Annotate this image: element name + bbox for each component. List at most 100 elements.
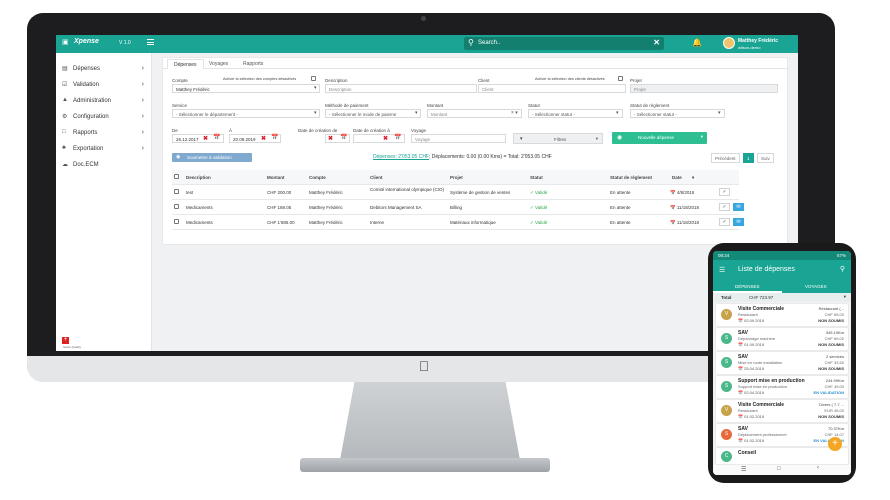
clear-date-icon[interactable]: ✖ <box>261 135 266 142</box>
recent-apps-icon[interactable]: ☰ <box>741 466 746 473</box>
clear-date-icon[interactable]: ✖ <box>328 135 333 142</box>
column-header[interactable]: Client <box>370 175 383 180</box>
sidebar-item-administration[interactable]: ▲ Administration › <box>62 97 146 110</box>
expense-card[interactable]: C Conseil <box>716 448 848 464</box>
chevron-down-icon[interactable]: ▾ <box>844 294 846 300</box>
montant-input[interactable]: Montant <box>427 109 522 118</box>
row-checkbox[interactable] <box>174 204 179 209</box>
montant-label: Montant <box>427 103 444 108</box>
sidebar-item-configuration[interactable]: ⚙ Configuration › <box>62 113 146 126</box>
close-icon[interactable]: ✕ <box>653 38 660 47</box>
pagination-page[interactable]: 1 <box>743 153 754 163</box>
back-icon[interactable]: ‹ <box>817 465 819 471</box>
voyage-input[interactable]: Voyage <box>411 134 506 143</box>
select-all-checkbox[interactable] <box>174 174 179 179</box>
table-row[interactable]: test CHF 200.00 Matthey Frédéric Comité … <box>172 185 739 200</box>
clear-date-icon[interactable]: ✖ <box>383 135 388 142</box>
service-select[interactable]: - Sélectionner le département - <box>172 109 320 118</box>
row-select-button[interactable]: ✓ <box>719 203 730 211</box>
card-date: 📅 25.04.2019 <box>738 366 764 371</box>
hamburger-menu-icon[interactable] <box>147 39 154 45</box>
description-input[interactable]: Description <box>325 84 477 93</box>
global-search[interactable]: ⚲ Search.. ✕ <box>464 37 664 50</box>
hamburger-menu-icon[interactable]: ☰ <box>719 266 725 274</box>
calendar-icon[interactable]: 📅 <box>340 134 347 141</box>
row-select-button[interactable]: ✓ <box>719 188 730 196</box>
row-email-button[interactable]: ✉ <box>733 203 744 211</box>
card-subtitle: Restaurant <box>738 408 758 413</box>
expense-card[interactable]: V Visite Commerciale Restaurant 📅 01.02.… <box>716 400 848 422</box>
pagination-prev[interactable]: Précédent <box>711 153 740 163</box>
calendar-icon[interactable]: 📅 <box>213 134 220 141</box>
search-icon[interactable]: ⚲ <box>840 265 845 273</box>
row-email-button[interactable]: ✉ <box>733 218 744 226</box>
clear-icon[interactable]: × ▾ <box>511 110 518 116</box>
column-header[interactable]: Statut de règlement <box>610 175 652 180</box>
column-header[interactable]: Date <box>672 175 682 180</box>
column-header[interactable]: Compte <box>309 175 326 180</box>
top-bar: ▣ Xpense V 1.0 ⚲ Search.. ✕ 🔔 Matthey Fr… <box>56 35 798 53</box>
filter-button[interactable]: ▼ Filtres ▾ <box>513 133 603 144</box>
phone-tab-voyages[interactable]: VOYAGES <box>805 284 827 289</box>
search-input[interactable]: Search.. <box>478 40 500 46</box>
statut-reglement-select[interactable]: - Sélectionner statut - <box>630 109 725 118</box>
projet-input[interactable]: Projet <box>630 84 778 93</box>
sidebar-item-doc-ecm[interactable]: ☁ Doc.ECM <box>62 161 146 174</box>
phone-screen: 08:24 57% ☰ Liste de dépenses ⚲ DÉPENSES… <box>713 251 851 475</box>
expense-card[interactable]: S SAV Mise en route installation 📅 25.04… <box>716 352 848 374</box>
cell-description: test <box>186 190 194 195</box>
filter-button-label: Filtres <box>554 137 567 142</box>
submit-validation-button[interactable]: ◉ Soumettre à validation <box>172 153 252 162</box>
expense-card[interactable]: S SAV Dépannage machine 📅 01.09.2019 345… <box>716 328 848 350</box>
column-header[interactable]: Montant <box>267 175 285 180</box>
client-input[interactable]: Client <box>478 84 626 93</box>
new-expense-button[interactable]: ◉ Nouvelle dépense ▾ <box>612 132 707 144</box>
column-header[interactable]: Statut <box>530 175 543 180</box>
client-label: Client <box>478 78 490 83</box>
methode-select[interactable]: - Sélectionner le mode de paieme <box>325 109 421 118</box>
tab-depenses[interactable]: Dépenses <box>167 59 204 69</box>
sidebar-item-label: Exportation <box>73 146 104 152</box>
card-amount: EUR 45.00 <box>824 408 844 413</box>
expense-card[interactable]: V Visite Commerciale Restaurant 📅 02.09.… <box>716 304 848 326</box>
client-checkbox[interactable] <box>618 76 623 81</box>
cell-reglement: En attente <box>610 205 631 210</box>
bell-icon[interactable]: 🔔 <box>692 38 702 47</box>
sidebar-item-exportation[interactable]: ♣ Exportation › <box>62 145 146 158</box>
cell-client: Debitors Management SA <box>370 205 422 210</box>
sidebar: ▤ Dépenses › ☑ Validation › ▲ Administra… <box>56 53 152 351</box>
home-icon[interactable]: □ <box>777 466 781 472</box>
clear-date-icon[interactable]: ✖ <box>203 135 208 142</box>
calendar-icon[interactable]: 📅 <box>271 134 278 141</box>
avatar[interactable] <box>723 37 735 49</box>
phone-time: 08:24 <box>718 253 730 258</box>
row-select-button[interactable]: ✓ <box>719 218 730 226</box>
expense-card[interactable]: S Support mise en production Support mis… <box>716 376 848 398</box>
building-icon: ▲ <box>62 97 68 103</box>
table-row[interactable]: Medicaments CHF 168.05 Matthey Frédéric … <box>172 200 744 215</box>
sidebar-item-depenses[interactable]: ▤ Dépenses › <box>62 65 146 78</box>
row-checkbox[interactable] <box>174 219 179 224</box>
tab-voyages[interactable]: Voyages <box>203 59 234 69</box>
tab-bar: Dépenses Voyages Rapports <box>163 58 789 69</box>
compte-checkbox[interactable] <box>311 76 316 81</box>
column-header[interactable]: Description <box>186 175 211 180</box>
totals-link[interactable]: Dépenses: 2'053.05 CHF <box>373 154 429 160</box>
column-header[interactable]: Projet <box>450 175 463 180</box>
sort-icon[interactable]: ▾ <box>692 175 694 181</box>
add-expense-fab[interactable]: + <box>828 437 842 451</box>
row-checkbox[interactable] <box>174 189 179 194</box>
card-date: 📅 01.09.2019 <box>738 342 764 347</box>
phone-tab-depenses[interactable]: DÉPENSES <box>735 284 760 289</box>
tab-rapports[interactable]: Rapports <box>237 59 269 69</box>
statut-select[interactable]: - Sélectionner statut - <box>528 109 623 118</box>
compte-select[interactable]: Matthey Frédéric <box>172 84 320 93</box>
pagination-next[interactable]: Suiv <box>757 153 774 163</box>
card-status: NON SOUMIS <box>818 342 844 347</box>
user-name[interactable]: Matthey Frédéric <box>738 38 778 44</box>
calendar-icon[interactable]: 📅 <box>394 134 401 141</box>
sidebar-item-rapports[interactable]: □ Rapports › <box>62 129 146 142</box>
table-row[interactable]: Medicaments CHF 1'685.00 Matthey Frédéri… <box>172 215 744 230</box>
sidebar-item-validation[interactable]: ☑ Validation › <box>62 81 146 94</box>
card-status: NON SOUMIS <box>818 414 844 419</box>
